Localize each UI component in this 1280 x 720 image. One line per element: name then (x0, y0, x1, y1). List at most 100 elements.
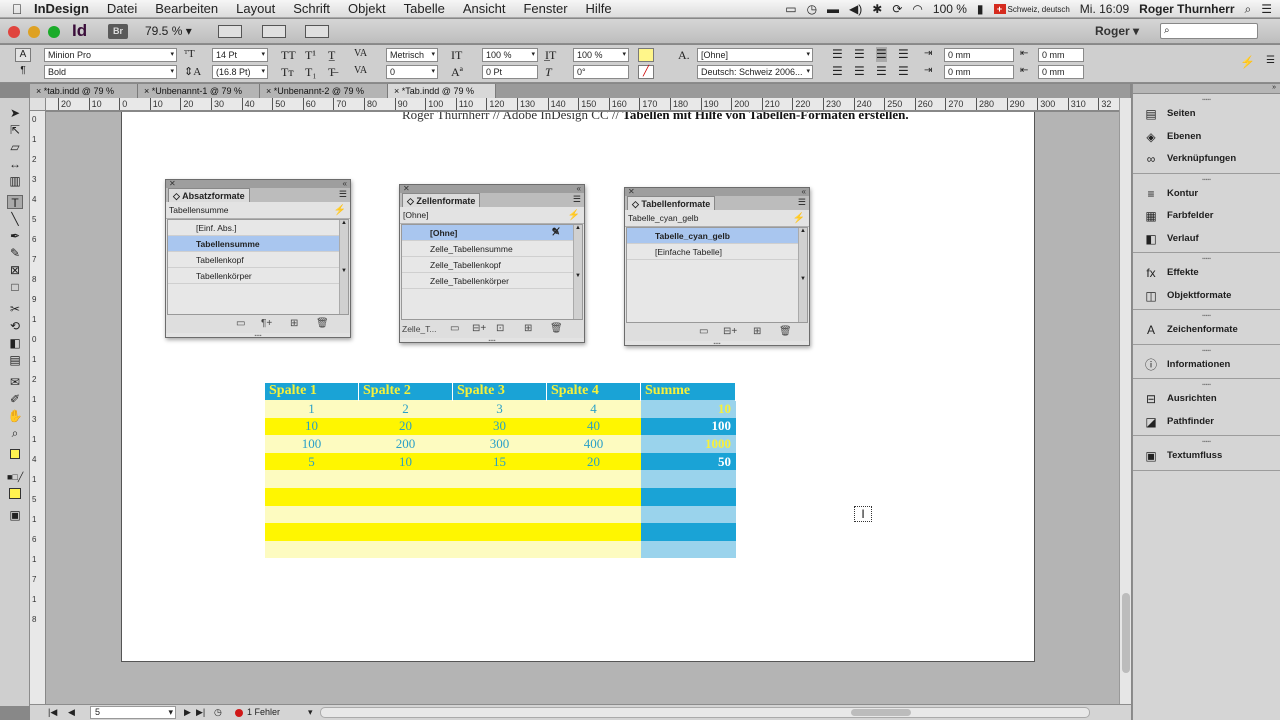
list-item[interactable]: Tabellenkopf (168, 252, 348, 268)
trash-icon[interactable]: 🗑 (779, 326, 792, 337)
menu-schrift[interactable]: Schrift (293, 1, 330, 16)
table-cell[interactable]: 1 (264, 400, 359, 418)
scissors-tool-icon[interactable]: ✂ (7, 302, 23, 316)
dock-item-objektformate[interactable]: ◫ Objektformate (1133, 285, 1280, 308)
folder-icon[interactable]: ▭ (699, 326, 708, 337)
tab-document-3[interactable]: × *Unbenannt-2 @ 79 % (260, 84, 388, 98)
tab-document-4-active[interactable]: × *Tab.indd @ 79 % (388, 84, 496, 98)
table-row[interactable]: 1 2 3 4 10 (264, 400, 736, 418)
document-table[interactable]: Spalte 1 Spalte 2 Spalte 3 Spalte 4 Summe 1 2 3… (264, 382, 736, 559)
table-cell[interactable]: 10 (264, 417, 359, 436)
list-item-selected[interactable]: Tabellensumme (168, 236, 348, 252)
page-header[interactable]: Roger Thurnherr // Adobe InDesign CC // … (402, 112, 909, 123)
close-icon[interactable]: ✕ (628, 187, 635, 196)
ruler-origin[interactable] (30, 98, 46, 111)
scrollbar-thumb[interactable] (1122, 593, 1130, 673)
gap-tool-icon[interactable]: ↔ (7, 157, 23, 171)
previous-page-icon[interactable]: ◀ (68, 707, 75, 718)
resize-grip[interactable]: ▪▪▪▪ (400, 338, 584, 344)
dock-item-ausrichten[interactable]: ⊟ Ausrichten (1133, 388, 1280, 411)
apple-icon[interactable]:  (0, 1, 34, 17)
table-cell[interactable]: 20 (546, 452, 641, 471)
vertical-scale-field[interactable]: 100 % ▾ (482, 48, 538, 62)
pencil-tool-icon[interactable]: ✎ (7, 246, 23, 260)
list-item[interactable]: Tabellenkörper (168, 268, 348, 284)
horizontal-scrollbar[interactable] (320, 707, 1090, 718)
zoom-window-button[interactable] (48, 26, 60, 38)
battery-text[interactable]: 100 % (933, 2, 967, 16)
list-item[interactable]: Zelle_Tabellensumme (402, 241, 582, 257)
table-cell[interactable]: 3 (452, 400, 547, 418)
arrange-documents-button[interactable] (305, 25, 329, 38)
lightning-icon[interactable]: ⚡ (334, 202, 346, 219)
tab-tabellenformate[interactable]: ◇ Tabellenformate (627, 196, 716, 210)
close-window-button[interactable] (8, 26, 20, 38)
menu-datei[interactable]: Datei (107, 1, 137, 16)
table-cell[interactable] (264, 488, 359, 506)
trash-icon[interactable]: 🗑 (550, 323, 563, 334)
sync-icon[interactable]: ⟳ (892, 2, 902, 16)
table-row[interactable] (264, 488, 736, 506)
selection-tool-icon[interactable]: ➤ (7, 106, 23, 120)
panel-titlebar[interactable]: ✕ « (625, 188, 809, 196)
panel-titlebar[interactable]: ✕ « (166, 180, 350, 188)
table-cell[interactable] (358, 470, 453, 489)
underline-icon[interactable]: T̲ (328, 48, 335, 63)
dock-item-effekte[interactable]: fx Effekte (1133, 262, 1280, 285)
scrollbar-thumb[interactable] (851, 709, 911, 716)
skew-field[interactable]: 0° (573, 65, 629, 79)
dock-item-verknüpfungen[interactable]: ∞ Verknüpfungen (1133, 148, 1280, 171)
bluetooth-icon[interactable]: ✱ (872, 2, 882, 16)
panel-titlebar[interactable]: ✕ « (400, 185, 584, 193)
table-styles-panel[interactable]: ✕ « ◇ Tabellenformate ☰ Tabelle_cyan_gelb ⚡… (624, 187, 810, 347)
list-item[interactable]: Zelle_Tabellenkopf (402, 257, 582, 273)
panel-scrollbar[interactable]: ▲ ▼ (798, 228, 807, 322)
wifi-icon[interactable]: ◠ (912, 2, 922, 16)
lightning-icon[interactable]: ⚡ (793, 210, 805, 227)
tracking-field[interactable]: 0 ▾ (386, 65, 438, 79)
dock-item-seiten[interactable]: ▤ Seiten (1133, 103, 1280, 126)
horizontal-scale-field[interactable]: 100 % ▾ (573, 48, 629, 62)
page-tool-icon[interactable]: ▱ (7, 140, 23, 154)
table-cell[interactable] (546, 470, 641, 489)
panel-scrollbar[interactable]: ▲ ▼ (339, 220, 348, 314)
folder-icon[interactable]: ▭ (450, 323, 459, 334)
tab-absatzformate[interactable]: ◇ Absatzformate (168, 188, 250, 202)
close-icon[interactable]: × (394, 86, 399, 96)
lightning-icon[interactable]: ⚡ (568, 207, 580, 224)
dock-item-textumfluss[interactable]: ▣ Textumfluss (1133, 445, 1280, 468)
kerning-select[interactable]: Metrisch ▾ (386, 48, 438, 62)
tab-document-1[interactable]: × *tab.indd @ 79 % (30, 84, 138, 98)
font-family-select[interactable]: Minion Pro ▾ (44, 48, 177, 62)
justify-center-icon[interactable]: ☰ (854, 64, 865, 79)
error-count[interactable]: 1 Fehler (247, 707, 280, 717)
table-cell[interactable] (358, 523, 453, 541)
table-cell[interactable] (358, 505, 453, 524)
workspace-switcher[interactable]: Roger ▾ (1095, 24, 1139, 38)
table-row[interactable] (264, 505, 736, 524)
first-page-icon[interactable]: |◀ (48, 707, 57, 718)
notification-center-icon[interactable]: ☰ (1261, 2, 1272, 16)
table-cell[interactable]: 40 (546, 417, 641, 436)
table-cell[interactable]: 20 (358, 417, 453, 436)
horizontal-ruler[interactable]: 20 10 0 10 20 30 40 50 60 70 80 90 100 110 120 130 140 15… (46, 98, 1119, 111)
small-caps-icon[interactable]: Tᴛ (281, 65, 294, 80)
table-header-cell[interactable]: Spalte 4 (546, 382, 641, 401)
table-cell[interactable]: 30 (452, 417, 547, 436)
paragraph-styles-panel[interactable]: ✕ « ◇ Absatzformate ☰ Tabellensumme ⚡ [Einf… (165, 179, 351, 339)
left-indent-field[interactable]: 0 mm (944, 48, 1014, 62)
swiss-flag-icon[interactable]: + (993, 4, 1006, 14)
superscript-icon[interactable]: T¹ (305, 48, 316, 63)
character-style-select[interactable]: [Ohne] ▾ (697, 48, 813, 62)
table-sum-cell[interactable] (640, 505, 736, 524)
new-style-icon[interactable]: ⊞ (524, 323, 532, 334)
menu-layout[interactable]: Layout (236, 1, 275, 16)
justify-all-icon[interactable]: ☰ (898, 64, 909, 79)
open-document-icon[interactable]: ◷ (214, 707, 222, 718)
align-left-icon[interactable]: ☰ (832, 47, 843, 62)
table-sum-cell[interactable] (640, 470, 736, 489)
type-tool-icon[interactable]: T (7, 195, 23, 210)
resize-grip[interactable]: ▪▪▪▪ (166, 333, 350, 339)
table-cell[interactable] (264, 470, 359, 489)
dock-item-kontur[interactable]: ≡ Kontur (1133, 183, 1280, 206)
